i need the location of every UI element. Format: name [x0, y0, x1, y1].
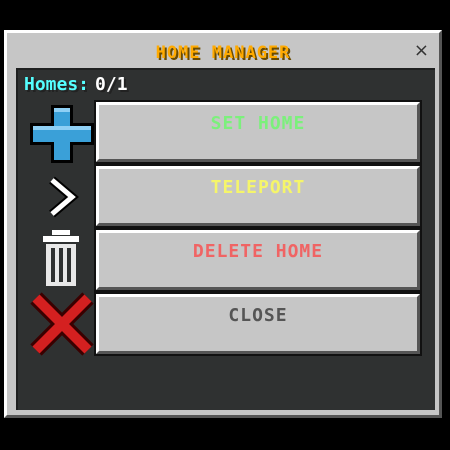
close-button[interactable]: CLOSE: [94, 292, 422, 356]
delete-home-label: DELETE HOME: [192, 241, 324, 262]
red-x-icon: [30, 292, 94, 356]
homes-value: 0/1: [95, 74, 128, 95]
window-title: HOME MANAGER: [155, 43, 291, 63]
homes-label: Homes:: [24, 74, 90, 95]
teleport-label: TELEPORT: [210, 177, 306, 198]
homes-counter: Homes: 0/1: [24, 74, 128, 95]
close-label: CLOSE: [228, 305, 288, 326]
plus-icon: [30, 105, 94, 163]
chevron-right-icon: [49, 176, 79, 218]
set-home-label: SET HOME: [210, 113, 306, 134]
set-home-button[interactable]: SET HOME: [94, 100, 422, 164]
delete-home-button[interactable]: DELETE HOME: [94, 228, 422, 292]
close-icon[interactable]: ×: [414, 42, 429, 60]
trash-icon: [43, 230, 79, 286]
teleport-button[interactable]: TELEPORT: [94, 164, 422, 228]
